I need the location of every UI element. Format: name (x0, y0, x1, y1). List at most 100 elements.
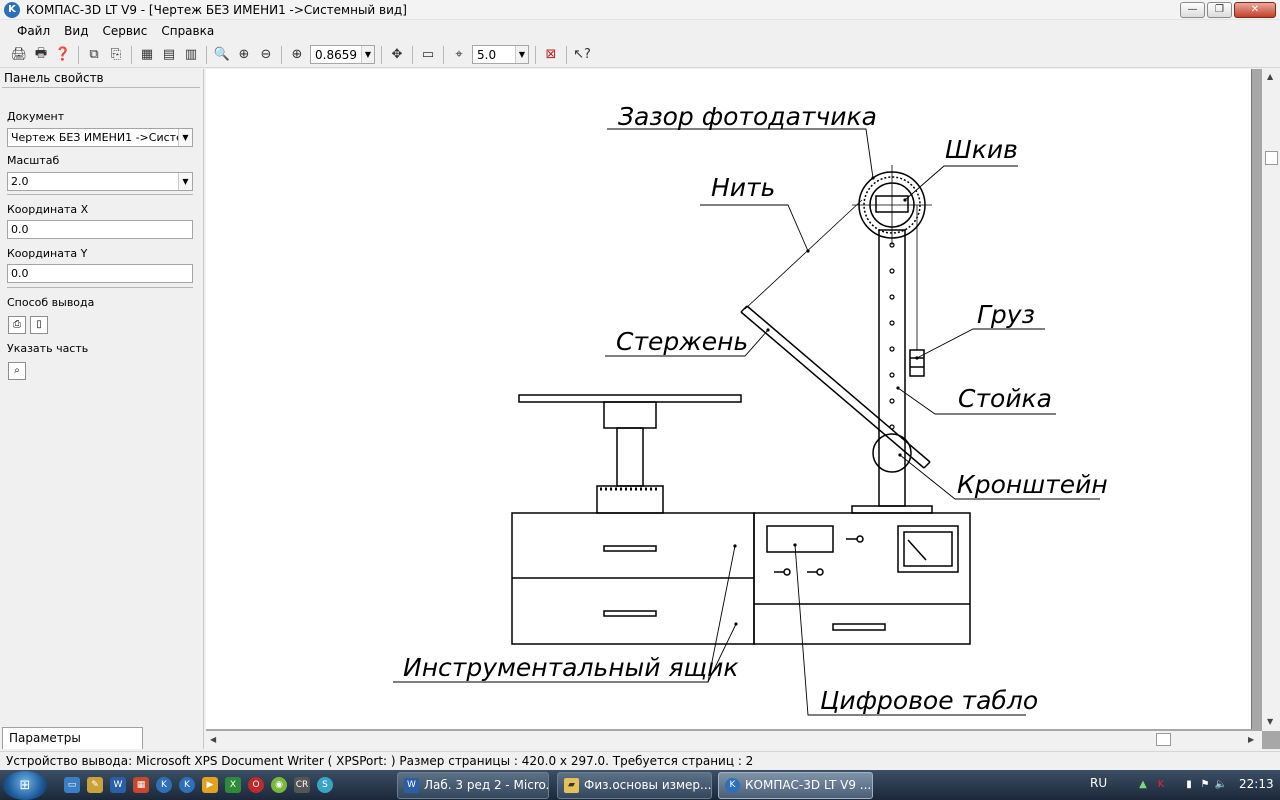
skype-icon[interactable]: S (317, 777, 333, 793)
horizontal-scroll-thumb[interactable] (1156, 733, 1171, 746)
document-value: Чертеж БЕЗ ИМЕНИ1 ->Системный (11, 131, 192, 144)
label-toolbox: Инструментальный ящик (403, 653, 738, 682)
minimize-button[interactable]: — (1180, 2, 1205, 18)
output-page-icon[interactable]: ▯ (30, 316, 48, 334)
step-icon[interactable]: ⌖ (449, 45, 469, 65)
zoom-combo[interactable]: 0.8659 ▼ (310, 45, 375, 64)
help-doc-icon[interactable]: ❓ (53, 45, 73, 65)
page-fit-icon[interactable]: ▥ (181, 45, 201, 65)
label-pulley: Шкив (945, 135, 1018, 164)
menu-file[interactable]: Файл (10, 24, 57, 38)
properties-panel: Панель свойств Документ Чертеж БЕЗ ИМЕНИ… (0, 69, 204, 765)
word-icon[interactable]: W (110, 777, 126, 793)
toolbar-separator (381, 45, 382, 64)
scale-select[interactable]: 2.0 ▼ (7, 172, 193, 191)
y-coordinate-input[interactable]: 0.0 (7, 264, 193, 283)
step-value: 5.0 (477, 47, 497, 62)
tab-view-params[interactable]: Параметры просмотра (2, 727, 143, 765)
zoom-out-icon[interactable]: ⊖ (256, 45, 276, 65)
app-icon[interactable]: ◉ (271, 777, 287, 793)
output-fit-icon[interactable]: ⎙ (8, 316, 26, 334)
taskbar: ⊞ ▭ ✎ W ▦ K K ▶ X O ◉ CR S W Лаб. 3 ред … (0, 770, 1280, 800)
drawing-viewport[interactable]: Зазор фотодатчика Шкив Нить Груз Стержен… (206, 69, 1280, 749)
context-help-icon[interactable]: ↖? (572, 45, 592, 65)
kompas-icon[interactable]: K (156, 777, 172, 793)
task-word[interactable]: W Лаб. 3 ред 2 - Micro... (397, 772, 549, 799)
document-select[interactable]: Чертеж БЕЗ ИМЕНИ1 ->Системный ▼ (7, 128, 193, 147)
status-bar: Устройство вывода: Microsoft XPS Documen… (0, 751, 1280, 770)
page-grid-icon[interactable]: ▤ (159, 45, 179, 65)
antivirus-icon[interactable]: K (1154, 778, 1168, 792)
task-folder[interactable]: ▰ Физ.основы измер... (557, 772, 712, 799)
label-thread: Нить (711, 173, 775, 202)
toolbar-separator (281, 45, 282, 64)
task-folder-label: Физ.основы измер... (584, 778, 712, 792)
technical-drawing: Зазор фотодатчика Шкив Нить Груз Стержен… (393, 102, 1108, 716)
network-icon[interactable]: ▲ (1136, 778, 1150, 792)
zoom-scale-icon[interactable]: ⊕ (287, 45, 307, 65)
menu-service[interactable]: Сервис (95, 24, 154, 38)
chevron-down-icon[interactable]: ▼ (515, 46, 528, 63)
page-layout-icon[interactable]: ▦ (137, 45, 157, 65)
menu-help[interactable]: Справка (154, 24, 221, 38)
menu-bar: Файл Вид Сервис Справка (0, 20, 1280, 41)
print-icon[interactable]: 🖨 (9, 45, 29, 65)
paste-icon[interactable]: ⎘ (106, 45, 126, 65)
toolbar-separator (412, 45, 413, 64)
task-kompas-label: КОМПАС-3D LT V9 ... (745, 778, 872, 792)
excel-icon[interactable]: X (225, 777, 241, 793)
device-icon[interactable]: ▮ (1182, 778, 1196, 792)
scroll-down-icon[interactable]: ▼ (1267, 717, 1273, 726)
volume-icon[interactable]: 🔈 (1214, 778, 1228, 792)
toolbar-separator (566, 45, 567, 64)
divider (7, 194, 193, 195)
scroll-up-icon[interactable]: ▲ (1267, 72, 1273, 81)
chevron-down-icon[interactable]: ▼ (361, 46, 374, 63)
flag-icon[interactable]: ⚑ (1198, 778, 1212, 792)
copy-icon[interactable]: ⧉ (84, 45, 104, 65)
document-label: Документ (7, 110, 65, 123)
media-player-icon[interactable]: ▶ (202, 777, 218, 793)
cr-icon[interactable]: CR (294, 777, 310, 793)
task-kompas[interactable]: K КОМПАС-3D LT V9 ... (718, 772, 873, 799)
select-part-label: Указать часть (7, 342, 89, 355)
restore-button[interactable]: ❐ (1207, 2, 1232, 18)
print-setup-icon[interactable]: 🖶 (31, 45, 51, 65)
horizontal-scrollbar[interactable]: ◀ ▶ (206, 731, 1262, 749)
toolbar-separator (131, 45, 132, 64)
clock: 22:13 (1239, 777, 1274, 791)
step-combo[interactable]: 5.0 ▼ (472, 45, 529, 64)
language-indicator[interactable]: RU (1090, 776, 1107, 790)
zoom-in-icon[interactable]: ⊕ (234, 45, 254, 65)
table-top (518, 394, 742, 403)
close-button[interactable]: ✕ (1234, 2, 1276, 18)
task-word-label: Лаб. 3 ред 2 - Micro... (424, 778, 549, 792)
toolbar-separator (443, 45, 444, 64)
zoom-window-icon[interactable]: 🔍 (212, 45, 232, 65)
label-stand: Стойка (958, 384, 1052, 413)
folder-icon: ▰ (564, 778, 579, 793)
label-photosensor-gap: Зазор фотодатчика (618, 102, 877, 131)
pan-icon[interactable]: ✥ (387, 45, 407, 65)
window-title: КОМПАС-3D LT V9 - [Чертеж БЕЗ ИМЕНИ1 ->С… (26, 2, 407, 17)
title-bar: K КОМПАС-3D LT V9 - [Чертеж БЕЗ ИМЕНИ1 -… (0, 0, 1280, 20)
show-all-icon[interactable]: ▭ (418, 45, 438, 65)
toolbar-separator (206, 45, 207, 64)
kompas-icon[interactable]: K (179, 777, 195, 793)
select-part-icon[interactable]: ⌕ (8, 362, 26, 380)
opera-icon[interactable]: O (248, 777, 264, 793)
start-button[interactable]: ⊞ (3, 771, 47, 800)
scroll-left-icon[interactable]: ◀ (210, 735, 216, 744)
notepad-icon[interactable]: ✎ (87, 777, 103, 793)
vertical-scroll-thumb[interactable] (1265, 151, 1278, 165)
menu-view[interactable]: Вид (57, 24, 95, 38)
panel-title: Панель свойств (4, 71, 104, 85)
vertical-scrollbar[interactable]: ▲ ▼ (1262, 69, 1280, 731)
chevron-down-icon[interactable]: ▼ (178, 173, 192, 190)
office-icon[interactable]: ▦ (133, 777, 149, 793)
scroll-right-icon[interactable]: ▶ (1248, 735, 1254, 744)
x-coordinate-input[interactable]: 0.0 (7, 220, 193, 239)
chevron-down-icon[interactable]: ▼ (178, 129, 192, 146)
close-preview-icon[interactable]: ⊠ (541, 45, 561, 65)
desktop-icon[interactable]: ▭ (64, 777, 80, 793)
